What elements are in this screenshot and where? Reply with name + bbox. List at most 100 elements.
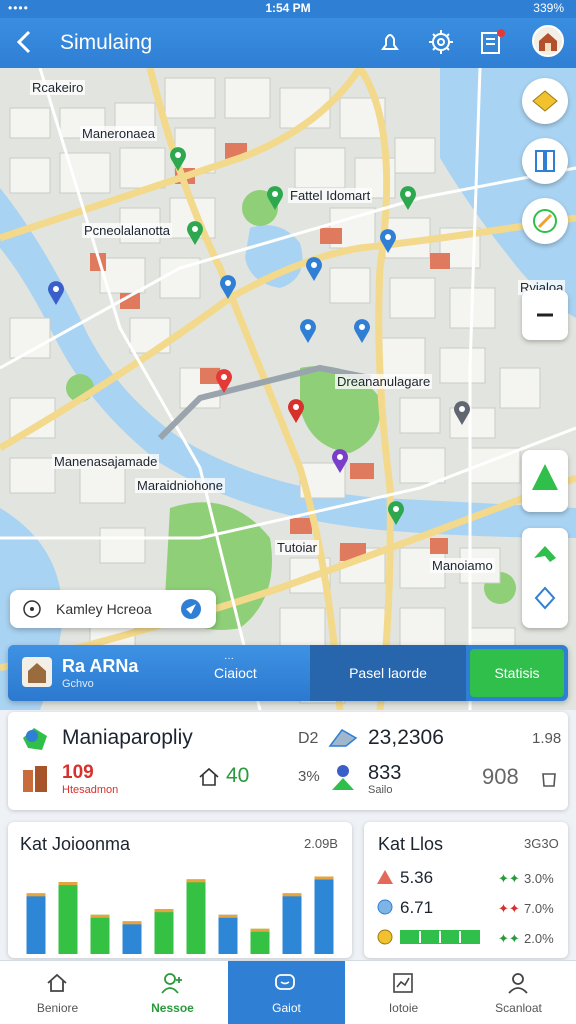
chart-bar (250, 928, 270, 954)
map-pin-icon[interactable] (168, 146, 188, 172)
app-header: Simulaing (0, 18, 576, 68)
nav-home[interactable]: Beniore (0, 961, 115, 1024)
globe-icon (377, 899, 393, 915)
navigate-icon[interactable] (180, 598, 202, 620)
summary-value-3: 833 (368, 762, 402, 784)
chart-corner-value: 2.09B (304, 836, 338, 851)
map-label: Tutoiar (275, 540, 319, 555)
map-pin-icon[interactable] (330, 448, 350, 474)
location-search-text: Kamley Hcreoa (56, 601, 152, 617)
segment-indicator: ··· (224, 653, 234, 664)
summary-value-4: 908 (482, 764, 519, 789)
map-pin-icon[interactable] (298, 318, 318, 344)
summary-rate: 1.98 (532, 730, 562, 747)
stats-trend-icon: ✦✦ (498, 931, 520, 946)
nav-nessoe[interactable]: Nessoe (115, 961, 230, 1024)
buildings-icon (23, 766, 47, 792)
map-pin-icon[interactable] (304, 256, 324, 282)
chart-title: Kat Joioonma (20, 834, 131, 854)
map-pin-icon[interactable] (452, 400, 472, 426)
tab-pasel-laorde[interactable]: Pasel laorde (310, 645, 466, 701)
clipboard-icon[interactable] (476, 27, 506, 57)
chevron-left-icon[interactable] (10, 26, 40, 58)
stats-card: Kat Llos 3G3O 5.36 ✦✦ 3.0% 6.71 ✦✦ 7.0% … (364, 822, 568, 958)
tab-statistics[interactable]: Statisis (470, 649, 564, 697)
overview-segment[interactable]: Ra ARNa Gchvo ··· Ciaioct (8, 645, 310, 701)
nav-gaiot[interactable]: Gaiot (228, 961, 345, 1024)
location-arrow-icon (532, 464, 558, 490)
location-search-pill[interactable]: Kamley Hcreoa (10, 590, 216, 628)
chart-bar (218, 914, 238, 954)
map-tools-icon (534, 546, 556, 610)
summary-value-1-label: Htesadmon (62, 784, 119, 796)
summary-big-value: 23,2306 (368, 726, 444, 749)
map-pin-icon[interactable] (386, 500, 406, 526)
compass-button[interactable] (522, 198, 568, 244)
summary-value-1: 109 (62, 762, 94, 783)
avatar[interactable] (532, 25, 564, 57)
building-icon (22, 657, 52, 687)
nav-scanloat[interactable]: Scanloat (461, 961, 576, 1024)
chart-card: Kat Joioonma 2.09B (8, 822, 352, 958)
profile-icon (508, 973, 528, 994)
map-label: Rcakeiro (30, 80, 86, 95)
map-label: Manoiamo (430, 558, 495, 573)
map-pin-icon[interactable] (398, 185, 418, 211)
gear-icon[interactable] (426, 27, 456, 57)
segment-bar: Ra ARNa Gchvo ··· Ciaioct Pasel laorde S… (8, 645, 568, 701)
chart-bar (314, 876, 334, 954)
map-tools-panel[interactable] (522, 528, 568, 628)
summary-percent: 3% (298, 768, 320, 785)
map-pin-icon[interactable] (352, 318, 372, 344)
layers-icon (532, 90, 558, 112)
map-pin-icon[interactable] (218, 274, 238, 300)
chart-bar (58, 882, 78, 954)
nav-label: Gaiot (272, 1001, 301, 1015)
bottom-nav: Beniore Nessoe Gaiot Iotoie Scanloat (0, 960, 576, 1024)
bell-icon[interactable] (375, 27, 405, 57)
nav-iotoie[interactable]: Iotoie (346, 961, 461, 1024)
warning-icon (377, 870, 393, 884)
map-pin-icon[interactable] (185, 220, 205, 246)
chart-bar-cap (154, 909, 174, 913)
chart-bar-cap (314, 876, 334, 880)
chart-icon (393, 973, 413, 993)
nav-label: Beniore (36, 1001, 79, 1015)
location-pin-icon[interactable] (214, 368, 234, 394)
zoom-out-button[interactable] (522, 290, 568, 340)
user-plus-icon (161, 973, 182, 994)
map-pin-icon[interactable] (378, 228, 398, 254)
bar-chart (26, 876, 334, 954)
summary-value-3-label: Sailo (368, 784, 393, 796)
locate-button[interactable] (522, 450, 568, 512)
terrain-icon (328, 729, 358, 747)
chart-bar-cap (90, 914, 110, 918)
nav-label: Scanloat (495, 1001, 542, 1015)
tab-ciaioct[interactable]: Ciaioct (214, 665, 257, 681)
map-view[interactable]: Rcakeiro Maneronaea Fattel Idomart Pcneo… (0, 68, 576, 710)
map-label: Maneronaea (80, 126, 157, 141)
minus-icon (537, 313, 553, 317)
map-region-icon (23, 728, 47, 750)
status-bar: •••• 1:54 PM 339% (0, 0, 576, 18)
chart-bar (26, 893, 46, 954)
stats-trend-icon: ✦✦ (498, 871, 520, 886)
map-label: Maraidniohone (135, 478, 226, 493)
target-icon (23, 600, 41, 618)
home-small-icon (199, 767, 219, 786)
map-pin-icon[interactable] (46, 280, 66, 306)
chart-bar-cap (282, 893, 302, 897)
location-pin-icon[interactable] (286, 398, 306, 424)
map-mode-button[interactable] (522, 138, 568, 184)
stats-title: Kat Llos (378, 834, 444, 854)
stats-corner-value: 3G3O (524, 836, 559, 851)
tab-statistics-label: Statisis (494, 665, 540, 681)
layers-button[interactable] (522, 78, 568, 124)
map-pin-icon[interactable] (265, 185, 285, 211)
summary-d2: D2 (298, 730, 319, 747)
summary-card: Maniaparopliy D2 23,2306 1.98 109 Htesad… (8, 712, 568, 810)
nav-label: Iotoie (388, 1001, 419, 1015)
summary-value-2: 40 (226, 764, 250, 787)
chart-bar-cap (26, 893, 46, 897)
bag-icon (542, 773, 556, 787)
